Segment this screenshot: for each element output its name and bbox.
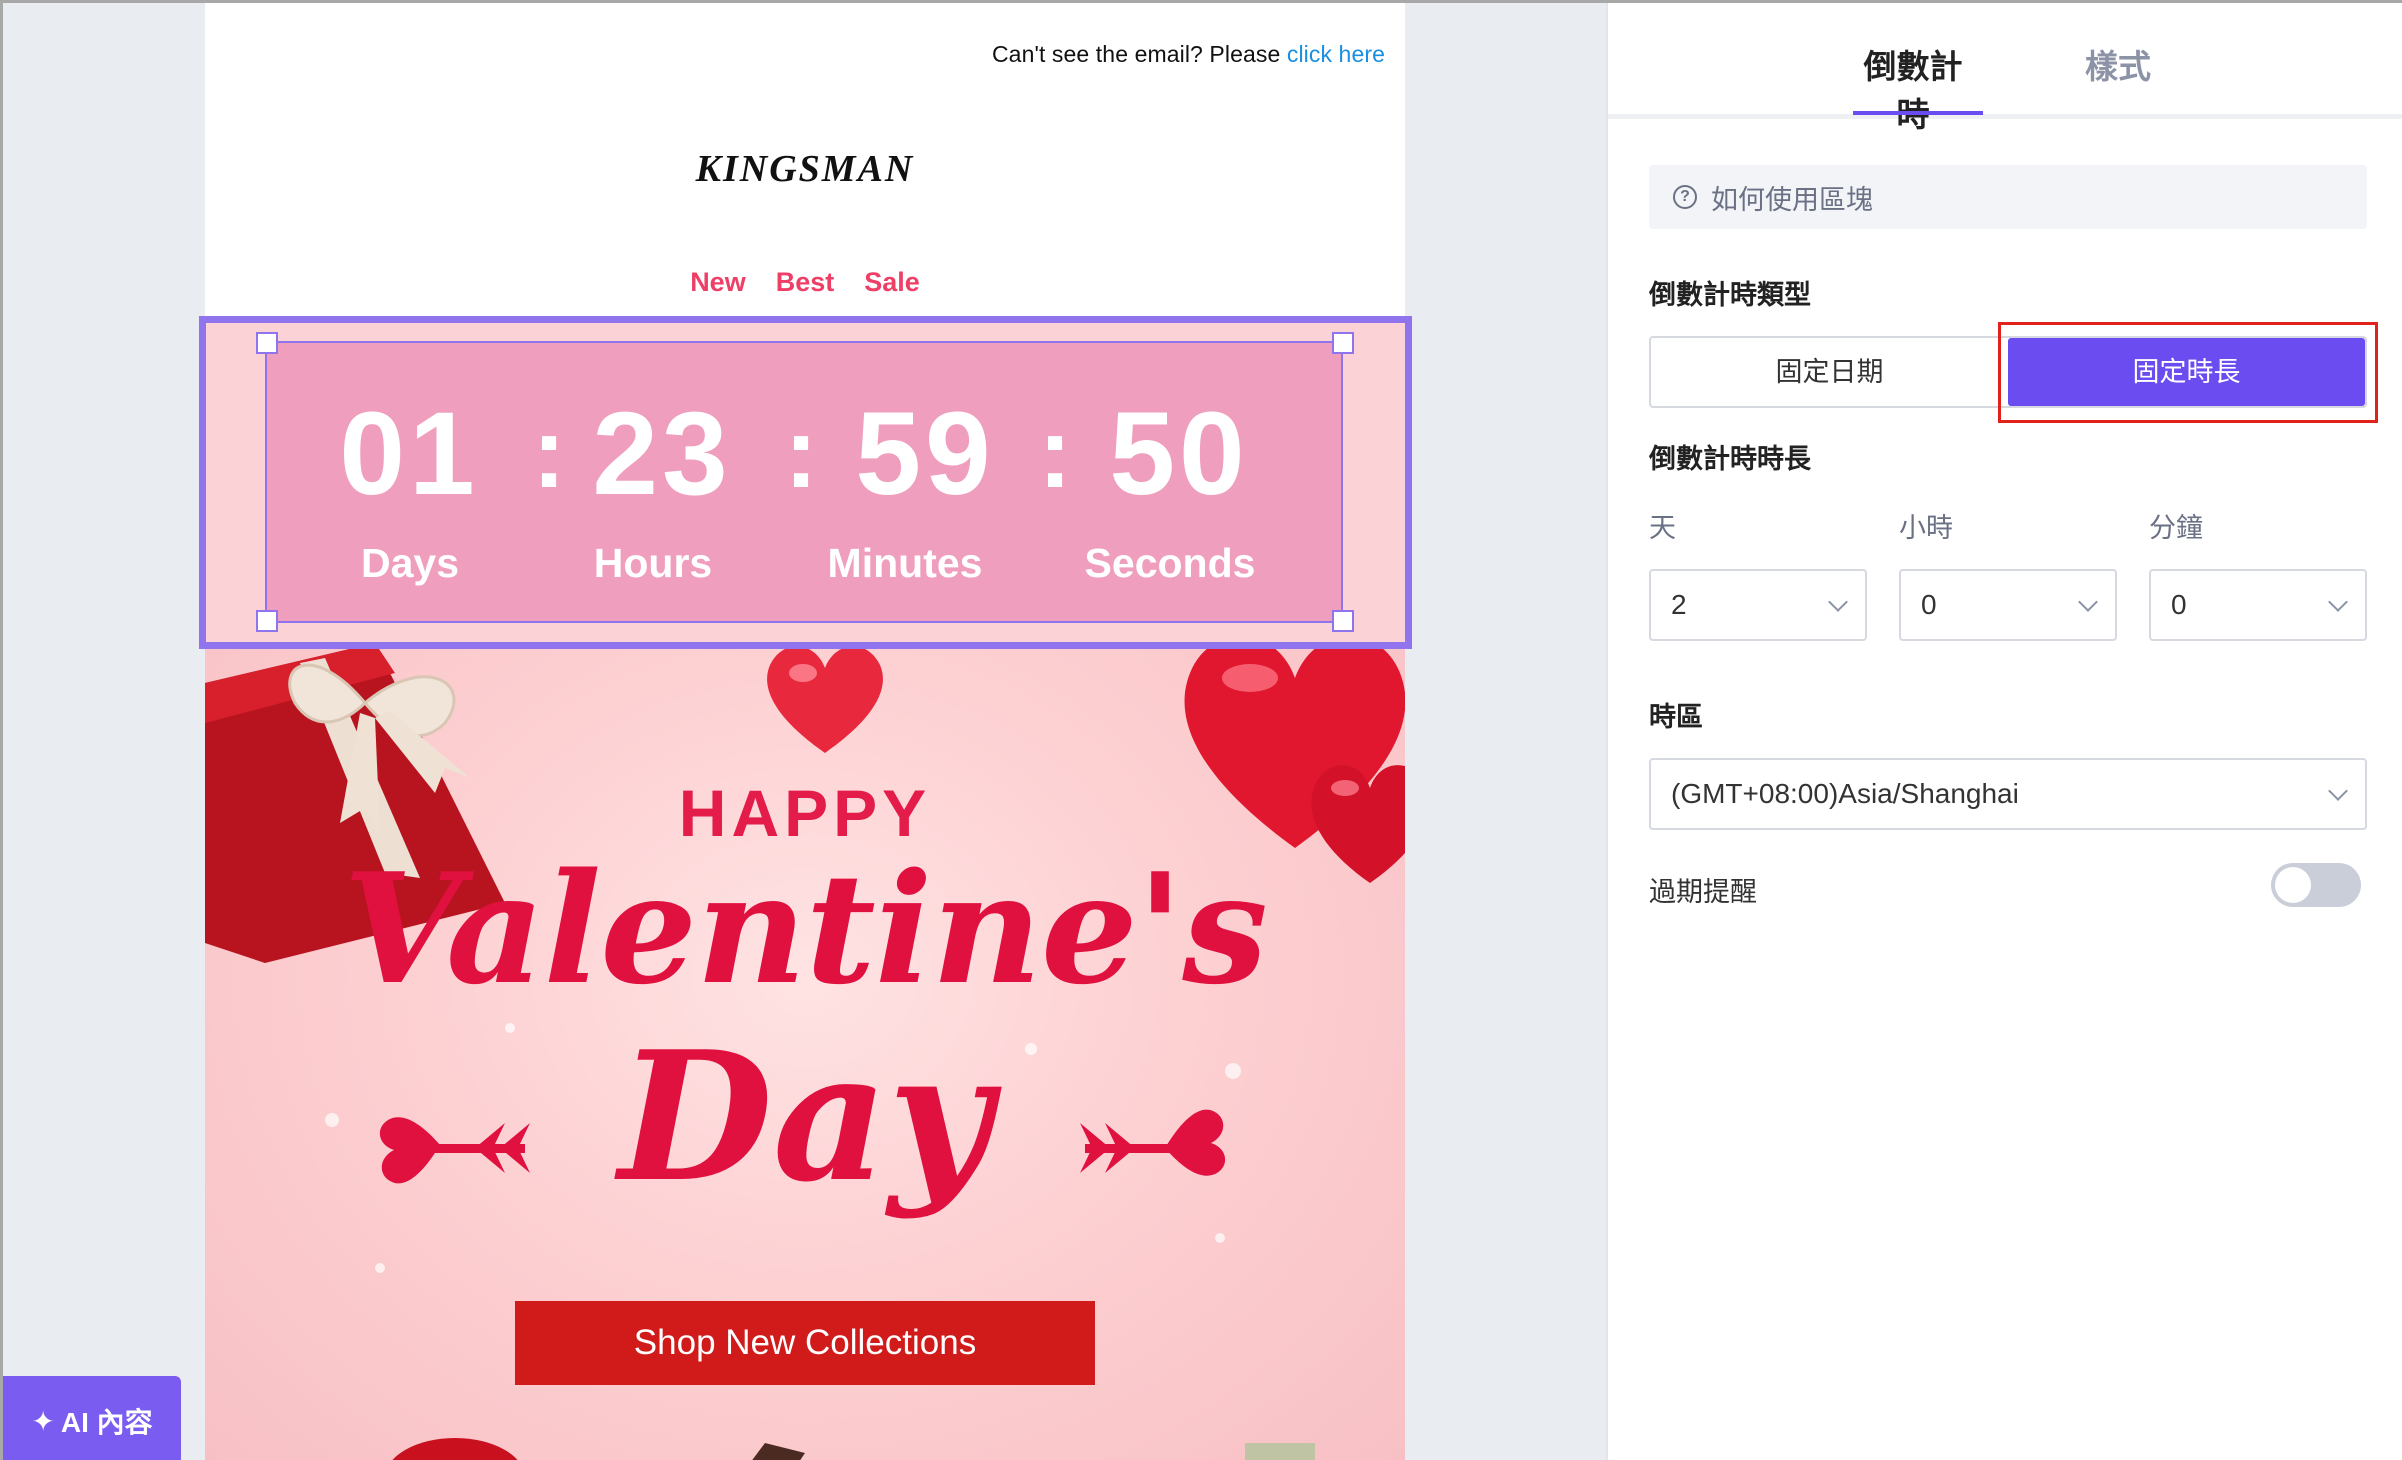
minutes-value: 0: [2171, 589, 2187, 620]
help-text: 如何使用區塊: [1711, 184, 1873, 215]
countdown-duration-title: 倒數計時時長: [1649, 444, 1811, 474]
countdown-separator: :: [1038, 397, 1072, 509]
countdown-units: 01 : 23 : 59 : 50 Days Hours Minutes Sec…: [267, 343, 1341, 621]
shop-new-collections-button[interactable]: Shop New Collections: [515, 1301, 1095, 1385]
timezone-select[interactable]: (GMT+08:00)Asia/Shanghai: [1649, 758, 2367, 830]
chevron-down-icon: [2328, 781, 2348, 801]
active-tab-indicator: [1853, 111, 1983, 115]
toggle-knob: [2275, 867, 2311, 903]
brand-logo: KINGSMAN: [695, 148, 915, 190]
ai-content-button[interactable]: ✦ AI 內容: [3, 1376, 181, 1460]
preheader-link[interactable]: click here: [1287, 41, 1385, 67]
resize-handle-top-left[interactable]: [256, 332, 278, 354]
tab-style[interactable]: 樣式: [2058, 40, 2178, 88]
settings-panel: 倒數計時 樣式 ? 如何使用區塊 倒數計時類型 固定日期 固定時長 倒數計時時長…: [1606, 3, 2402, 1460]
minutes-select[interactable]: 0: [2149, 569, 2367, 641]
preheader-text: Can't see the email? Please: [991, 41, 1281, 67]
countdown-timer[interactable]: 01 : 23 : 59 : 50 Days Hours Minutes Sec…: [265, 341, 1343, 623]
ai-content-label: AI 內容: [60, 1407, 153, 1438]
panel-tabs: 倒數計時 樣式: [1608, 3, 2402, 133]
nav-link-new[interactable]: New: [690, 267, 746, 298]
preheader: Can't see the email? Please click here: [992, 41, 1385, 68]
type-option-fixed-date[interactable]: 固定日期: [1651, 338, 2008, 406]
app-window: Can't see the email? Please click here K…: [0, 0, 2402, 1460]
chevron-down-icon: [1828, 592, 1848, 612]
email-preview: Can't see the email? Please click here K…: [205, 3, 1405, 1460]
chevron-down-icon: [2328, 592, 2348, 612]
heart-arrow-right-icon: [1080, 1109, 1226, 1176]
countdown-label-minutes: Minutes: [827, 540, 983, 586]
hours-select[interactable]: 0: [1899, 569, 2117, 641]
countdown-separator: :: [532, 397, 566, 509]
countdown-seconds: 50: [1109, 388, 1249, 520]
hours-value: 0: [1921, 589, 1937, 620]
chevron-down-icon: [2078, 592, 2098, 612]
expiry-reminder-toggle[interactable]: [2271, 863, 2361, 907]
days-select[interactable]: 2: [1649, 569, 1867, 641]
countdown-days: 01: [339, 388, 479, 520]
help-link[interactable]: ? 如何使用區塊: [1649, 165, 2367, 229]
days-value: 2: [1671, 589, 1687, 620]
timezone-title: 時區: [1649, 702, 1703, 732]
sparkle-dot: [1215, 1233, 1225, 1243]
heart-arrow-left-icon: [379, 1117, 530, 1184]
sparkle-dot: [375, 1263, 385, 1273]
countdown-label-hours: Hours: [593, 540, 713, 586]
resize-handle-bottom-right[interactable]: [1332, 610, 1354, 632]
countdown-minutes: 59: [855, 388, 995, 520]
countdown-separator: :: [784, 397, 818, 509]
resize-handle-top-right[interactable]: [1332, 332, 1354, 354]
resize-handle-bottom-left[interactable]: [256, 610, 278, 632]
countdown-label-seconds: Seconds: [1084, 540, 1256, 586]
hero-title-line1: Valentine's: [343, 839, 1268, 1018]
sparkle-icon: ✦: [31, 1405, 55, 1437]
nav-link-sale[interactable]: Sale: [864, 267, 920, 298]
timezone-value: (GMT+08:00)Asia/Shanghai: [1671, 778, 2019, 809]
bottom-decoration-icon: [392, 1438, 1315, 1460]
countdown-label-days: Days: [360, 540, 459, 586]
highlight-box: [1998, 322, 2378, 423]
countdown-hours: 23: [592, 388, 732, 520]
expiry-reminder-label: 過期提醒: [1649, 877, 1757, 907]
countdown-type-title: 倒數計時類型: [1649, 280, 1811, 310]
email-nav: New Best Sale: [205, 267, 1405, 298]
days-label: 天: [1649, 513, 1676, 543]
hero-banner[interactable]: HAPPY Valentine's Day Shop New Collectio…: [205, 643, 1405, 1460]
question-circle-icon: ?: [1673, 185, 1697, 209]
hours-label: 小時: [1899, 513, 1953, 543]
tab-countdown[interactable]: 倒數計時: [1848, 40, 1978, 136]
minutes-label: 分鐘: [2149, 513, 2203, 543]
heart-decoration-icon: [767, 646, 883, 753]
nav-link-best[interactable]: Best: [776, 267, 835, 298]
editor-canvas: Can't see the email? Please click here K…: [3, 3, 1606, 1460]
